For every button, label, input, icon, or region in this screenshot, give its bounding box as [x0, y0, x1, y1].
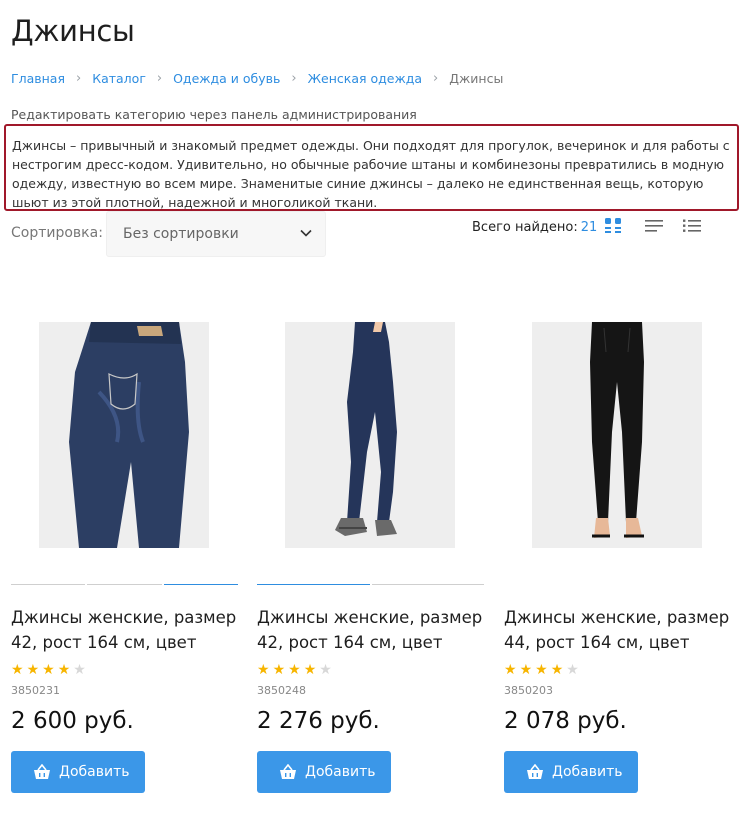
list-view-icon[interactable]	[644, 217, 664, 235]
chevron-right-icon: ›	[156, 71, 163, 86]
product-name[interactable]: Джинсы женские, размер 42, рост 164 см, …	[11, 605, 246, 655]
breadcrumb-current: Джинсы	[449, 71, 504, 86]
product-image[interactable]	[285, 322, 455, 548]
star-icon: ★	[550, 661, 564, 677]
image-thumb-indicators	[11, 584, 238, 586]
add-to-cart-button[interactable]: Добавить	[11, 751, 145, 793]
category-description: Джинсы – привычный и знакомый предмет од…	[4, 124, 739, 211]
product-price: 2 078 руб.	[504, 708, 627, 734]
product-sku: 3850248	[257, 684, 306, 697]
star-icon: ★	[26, 661, 40, 677]
breadcrumb-clothing-shoes[interactable]: Одежда и обувь	[173, 71, 280, 86]
product-image[interactable]	[39, 322, 209, 548]
add-to-cart-button[interactable]: Добавить	[257, 751, 391, 793]
cart-basket-icon	[280, 764, 296, 779]
add-button-label: Добавить	[59, 764, 130, 780]
star-icon: ★	[272, 661, 286, 677]
product-card[interactable]: Джинсы женские, размер 42, рост 164 см, …	[11, 300, 246, 810]
chevron-right-icon: ›	[291, 71, 297, 86]
add-button-label: Добавить	[552, 764, 623, 780]
add-to-cart-button[interactable]: Добавить	[504, 751, 638, 793]
star-icon: ★	[257, 661, 270, 677]
sort-select-value: Без сортировки	[123, 226, 239, 242]
star-icon: ★	[504, 661, 517, 677]
star-icon: ★	[288, 661, 301, 677]
found-label: Всего найдено:	[472, 220, 578, 235]
star-icon: ★	[11, 661, 24, 677]
jeans-image	[532, 322, 702, 548]
star-icon: ★	[303, 661, 317, 677]
star-icon: ★	[73, 661, 86, 677]
product-image[interactable]	[532, 322, 702, 548]
rating-stars: ★ ★ ★ ★ ★	[504, 662, 579, 676]
cart-basket-icon	[34, 764, 50, 779]
star-icon: ★	[319, 661, 332, 677]
sort-select[interactable]: Без сортировки	[106, 211, 326, 257]
product-name[interactable]: Джинсы женские, размер 42, рост 164 см, …	[257, 605, 492, 655]
jeans-image	[39, 322, 209, 548]
jeans-image	[285, 322, 455, 548]
product-price: 2 276 руб.	[257, 708, 380, 734]
cart-basket-icon	[527, 764, 543, 779]
breadcrumb: Главная › Каталог › Одежда и обувь › Жен…	[11, 71, 503, 86]
found-counter: Всего найдено: 21	[472, 220, 597, 235]
product-sku: 3850203	[504, 684, 553, 697]
detail-list-view-icon[interactable]	[682, 217, 702, 235]
edit-category-link[interactable]: Редактировать категорию через панель адм…	[11, 107, 417, 122]
grid-view-icon[interactable]	[604, 217, 624, 235]
star-icon: ★	[535, 661, 548, 677]
star-icon: ★	[42, 661, 55, 677]
star-icon: ★	[57, 661, 71, 677]
thumb-indicator[interactable]	[371, 584, 484, 585]
thumb-indicator[interactable]	[257, 584, 370, 585]
chevron-right-icon: ›	[76, 71, 82, 86]
product-sku: 3850231	[11, 684, 60, 697]
thumb-indicator[interactable]	[11, 584, 86, 585]
breadcrumb-womens-clothing[interactable]: Женская одежда	[308, 71, 422, 86]
sort-label: Сортировка:	[11, 225, 103, 241]
star-icon: ★	[566, 661, 579, 677]
product-card[interactable]: Джинсы женские, размер 42, рост 164 см, …	[257, 300, 492, 810]
star-icon: ★	[519, 661, 533, 677]
breadcrumb-catalog[interactable]: Каталог	[92, 71, 146, 86]
breadcrumb-home[interactable]: Главная	[11, 71, 65, 86]
thumb-indicator[interactable]	[163, 584, 238, 585]
product-price: 2 600 руб.	[11, 708, 134, 734]
rating-stars: ★ ★ ★ ★ ★	[11, 662, 86, 676]
add-button-label: Добавить	[305, 764, 376, 780]
page-title: Джинсы	[11, 14, 135, 48]
product-card[interactable]: Джинсы женские, размер 44, рост 164 см, …	[504, 300, 739, 810]
image-thumb-indicators	[257, 584, 484, 586]
found-count: 21	[580, 220, 598, 235]
chevron-down-icon	[300, 229, 312, 237]
product-name[interactable]: Джинсы женские, размер 44, рост 164 см, …	[504, 605, 739, 655]
chevron-right-icon: ›	[433, 71, 439, 86]
thumb-indicator[interactable]	[87, 584, 162, 585]
rating-stars: ★ ★ ★ ★ ★	[257, 662, 332, 676]
